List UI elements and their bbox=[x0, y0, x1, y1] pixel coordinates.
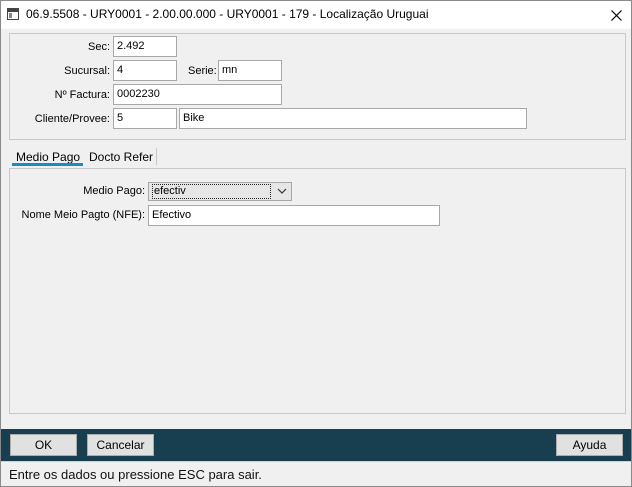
window-title: 06.9.5508 - URY0001 - 2.00.00.000 - URY0… bbox=[26, 7, 429, 21]
sucursal-label: Sucursal: bbox=[64, 65, 110, 77]
serie-field[interactable]: mn bbox=[218, 60, 282, 81]
nome-meio-pagto-label: Nome Meio Pagto (NFE): bbox=[21, 209, 145, 221]
cancelar-button[interactable]: Cancelar bbox=[87, 434, 154, 456]
cliente-label: Cliente/Provee: bbox=[34, 113, 110, 125]
cliente-code-field[interactable]: 5 bbox=[113, 108, 177, 129]
sec-field[interactable]: 2.492 bbox=[113, 36, 177, 57]
status-bar: Entre os dados ou pressione ESC para sai… bbox=[1, 461, 631, 486]
button-bar: OK Cancelar Ayuda bbox=[1, 429, 631, 461]
status-message: Entre os dados ou pressione ESC para sai… bbox=[9, 467, 262, 482]
medio-pago-label: Medio Pago: bbox=[83, 185, 145, 197]
chevron-down-icon bbox=[277, 188, 287, 194]
factura-label: Nº Factura: bbox=[54, 89, 110, 101]
title-bar[interactable]: 06.9.5508 - URY0001 - 2.00.00.000 - URY0… bbox=[1, 1, 631, 29]
serie-label: Serie: bbox=[188, 65, 217, 77]
tab-docto-refer[interactable]: Docto Refer bbox=[89, 146, 153, 168]
medio-pago-select[interactable]: efectiv bbox=[148, 182, 292, 201]
close-icon bbox=[610, 9, 622, 21]
ayuda-button[interactable]: Ayuda bbox=[556, 434, 623, 456]
cliente-name-field: Bike bbox=[179, 108, 527, 129]
tab-divider bbox=[156, 148, 157, 165]
sec-label: Sec: bbox=[87, 41, 110, 53]
nome-meio-pagto-field[interactable]: Efectivo bbox=[148, 205, 440, 226]
close-button[interactable] bbox=[601, 1, 631, 29]
active-tab-indicator bbox=[12, 163, 83, 166]
ok-button[interactable]: OK bbox=[10, 434, 77, 456]
factura-field[interactable]: 0002230 bbox=[113, 84, 282, 105]
dialog-window: 06.9.5508 - URY0001 - 2.00.00.000 - URY0… bbox=[0, 0, 632, 487]
sucursal-field[interactable]: 4 bbox=[113, 60, 177, 81]
medio-pago-selected-value: efectiv bbox=[152, 184, 271, 199]
app-window-icon bbox=[7, 8, 19, 20]
